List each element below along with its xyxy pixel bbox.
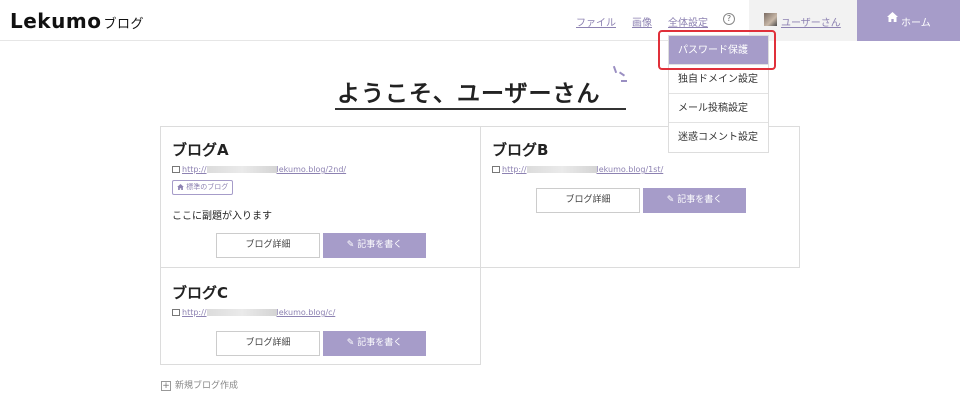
- redacted-url: [206, 166, 277, 173]
- menu-item-spam-comments[interactable]: 迷惑コメント設定: [669, 123, 768, 152]
- new-blog-label: 新規ブログ作成: [175, 381, 239, 391]
- nav-files-link[interactable]: ファイル: [576, 14, 616, 29]
- sparkle-decoration: [618, 71, 626, 77]
- blog-detail-button[interactable]: ブログ詳細: [216, 331, 320, 356]
- home-label: ホーム: [901, 18, 931, 29]
- badge-label: 標準のブログ: [186, 183, 229, 191]
- app-logo[interactable]: Lekumo ブログ: [10, 9, 144, 33]
- blog-url-suffix: lekumo.blog/c/: [276, 308, 336, 317]
- new-blog-link[interactable]: + 新規ブログ作成: [161, 378, 238, 391]
- write-article-label: 記事を書く: [677, 195, 723, 205]
- nav-settings-link[interactable]: 全体設定: [668, 14, 708, 29]
- window-icon: [172, 166, 180, 173]
- sparkle-decoration: [621, 80, 627, 82]
- help-icon[interactable]: ?: [723, 13, 735, 25]
- default-blog-badge: 標準のブログ: [172, 180, 234, 195]
- blog-url-prefix: http://: [502, 165, 527, 174]
- blog-url-link[interactable]: http:// lekumo.blog/c/: [182, 308, 335, 317]
- blog-card-c: ブログC http:// lekumo.blog/c/ ブログ詳細 ✎ 記事を書く: [160, 267, 481, 365]
- blog-subtitle: ここに副題が入ります: [172, 211, 272, 222]
- blog-detail-button[interactable]: ブログ詳細: [536, 188, 640, 213]
- sparkle-decoration: [612, 65, 618, 74]
- pencil-icon: ✎: [346, 338, 355, 348]
- pencil-icon: ✎: [666, 195, 675, 205]
- home-icon: [887, 12, 898, 22]
- avatar: [764, 13, 777, 26]
- logo-text: Lekumo: [10, 9, 102, 33]
- pencil-icon: ✎: [346, 240, 355, 250]
- plus-icon: +: [161, 380, 171, 391]
- home-icon: [177, 184, 184, 190]
- blog-detail-button[interactable]: ブログ詳細: [216, 233, 320, 258]
- write-article-label: 記事を書く: [357, 240, 403, 250]
- window-icon: [172, 309, 180, 316]
- nav-images-link[interactable]: 画像: [632, 14, 652, 29]
- blog-url-link[interactable]: http:// lekumo.blog/2nd/: [182, 165, 346, 174]
- user-name-link[interactable]: ユーザーさん: [781, 14, 841, 29]
- redacted-url: [206, 309, 277, 316]
- blog-url-prefix: http://: [182, 165, 207, 174]
- write-article-button[interactable]: ✎ 記事を書く: [643, 188, 746, 213]
- menu-item-mail-posting[interactable]: メール投稿設定: [669, 94, 768, 123]
- title-underline: [335, 108, 626, 110]
- blog-url-link[interactable]: http:// lekumo.blog/1st/: [502, 165, 663, 174]
- highlight-box: [658, 30, 776, 70]
- page-title: ようこそ、ユーザーさん: [337, 81, 601, 107]
- blog-url-suffix: lekumo.blog/1st/: [596, 165, 664, 174]
- home-button[interactable]: ホーム: [857, 0, 960, 41]
- write-article-button[interactable]: ✎ 記事を書く: [323, 233, 426, 258]
- blog-title: ブログB: [492, 141, 549, 159]
- write-article-button[interactable]: ✎ 記事を書く: [323, 331, 426, 356]
- blog-url-suffix: lekumo.blog/2nd/: [276, 165, 347, 174]
- write-article-label: 記事を書く: [357, 338, 403, 348]
- logo-sub-text: ブログ: [103, 17, 144, 32]
- blog-title: ブログC: [172, 284, 229, 302]
- blog-url-prefix: http://: [182, 308, 207, 317]
- redacted-url: [526, 166, 597, 173]
- blog-card-a: ブログA http:// lekumo.blog/2nd/ 標準のブログ ここに副…: [160, 126, 481, 268]
- window-icon: [492, 166, 500, 173]
- blog-title: ブログA: [172, 141, 229, 159]
- top-header: Lekumo ブログ ファイル 画像 全体設定 ? ユーザーさん ホーム: [0, 0, 960, 41]
